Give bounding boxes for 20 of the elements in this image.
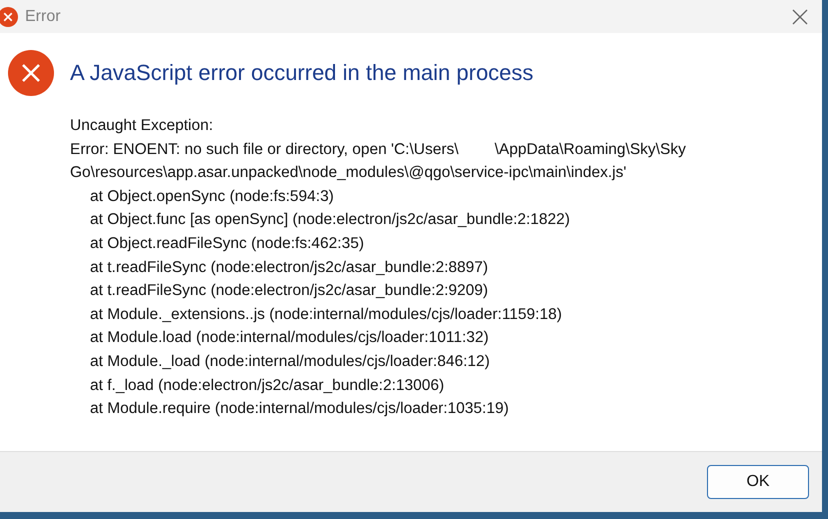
error-icon	[8, 50, 54, 96]
exception-label: Uncaught Exception:	[70, 116, 214, 136]
stack-trace-line: at Object.readFileSync (node:fs:462:35)	[90, 234, 364, 254]
close-icon	[792, 8, 808, 24]
error-heading: A JavaScript error occurred in the main process	[70, 60, 534, 86]
stack-trace-line: at Module._load (node:internal/modules/cjs/loader:846:12)	[90, 352, 490, 372]
ok-button[interactable]: OK	[707, 465, 809, 499]
stack-trace-line: at Object.func [as openSync] (node:electron/js2c/asar_bundle:2:1822)	[90, 210, 570, 230]
error-message: \AppData\Roaming\Sky\Sky	[494, 140, 686, 160]
stack-trace-line: at t.readFileSync (node:electron/js2c/asar_bundle:2:8897)	[90, 258, 488, 278]
window-title: Error	[25, 8, 61, 26]
close-button[interactable]	[790, 6, 810, 26]
stack-trace-line: at Module._extensions..js (node:internal/modules/cjs/loader:1159:18)	[90, 304, 562, 325]
error-message: Error: ENOENT: no such file or directory, open 'C:\Users\	[70, 140, 459, 160]
stack-trace-line: at t.readFileSync (node:electron/js2c/asar_bundle:2:9209)	[90, 281, 488, 302]
stack-trace-line: at Module.require (node:internal/modules/cjs/loader:1035:19)	[90, 399, 509, 420]
stack-trace-line: at Object.openSync (node:fs:594:3)	[90, 186, 334, 207]
stack-trace-line: at Module.load (node:internal/modules/cjs/loader:1011:32)	[90, 328, 489, 348]
error-message: Go\resources\app.asar.unpacked\node_modules\@qgo\service-ipc\main\index.js'	[70, 163, 626, 184]
stack-trace-line: at f._load (node:electron/js2c/asar_bundle:2:13006)	[90, 376, 444, 396]
